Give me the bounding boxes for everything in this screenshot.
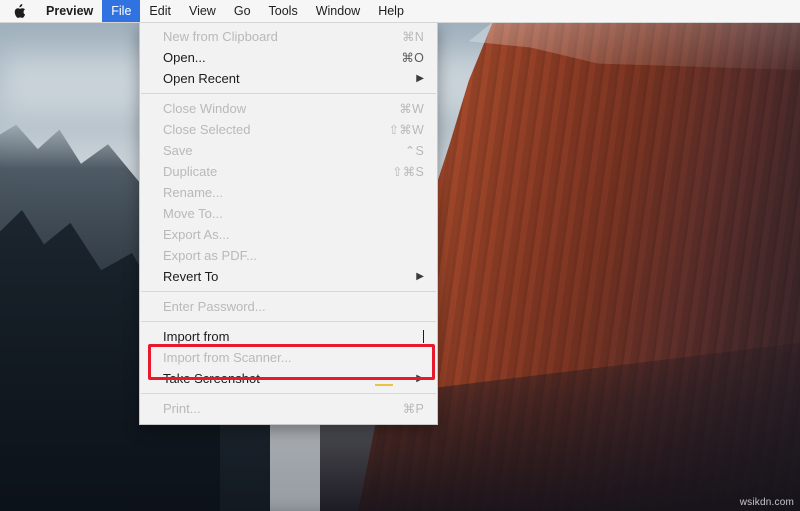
file-dropdown-menu: New from Clipboard ⌘N Open... ⌘O Open Re… bbox=[139, 22, 438, 425]
menu-row-shortcut: ⌘P bbox=[402, 402, 424, 416]
menu-item-go[interactable]: Go bbox=[225, 0, 260, 22]
menu-row-close-selected[interactable]: Close Selected ⇧⌘W bbox=[140, 119, 437, 140]
menu-item-help[interactable]: Help bbox=[369, 0, 413, 22]
menu-row-open-recent[interactable]: Open Recent ▶ bbox=[140, 68, 437, 89]
submenu-arrow-icon: ▶ bbox=[416, 373, 424, 384]
menu-row-export-as[interactable]: Export As... bbox=[140, 224, 437, 245]
menu-item-edit[interactable]: Edit bbox=[140, 0, 180, 22]
menu-row-label: Duplicate bbox=[163, 164, 218, 179]
menu-row-label: Enter Password... bbox=[163, 299, 266, 314]
menu-row-print[interactable]: Print... ⌘P bbox=[140, 398, 437, 419]
menu-row-shortcut: ⇧⌘S bbox=[392, 165, 424, 179]
menu-row-label: Close Window bbox=[163, 101, 247, 116]
menu-row-rename[interactable]: Rename... bbox=[140, 182, 437, 203]
menu-row-label: Take Screenshot bbox=[163, 371, 260, 386]
menu-row-shortcut: ⌘N bbox=[402, 30, 424, 44]
watermark: wsikdn.com bbox=[739, 497, 794, 508]
submenu-arrow-icon: ▶ bbox=[416, 73, 424, 84]
menu-row-open[interactable]: Open... ⌘O bbox=[140, 47, 437, 68]
menu-row-close-window[interactable]: Close Window ⌘W bbox=[140, 98, 437, 119]
menu-row-move-to[interactable]: Move To... bbox=[140, 203, 437, 224]
menu-row-shortcut: ⇧⌘W bbox=[388, 123, 424, 137]
screen: Preview File Edit View Go Tools Window H… bbox=[0, 0, 800, 511]
menu-row-shortcut: ⌃S bbox=[404, 144, 424, 158]
menu-row-import-from[interactable]: Import from bbox=[140, 326, 437, 347]
apple-logo-icon[interactable] bbox=[0, 0, 37, 22]
menu-row-label: Export as PDF... bbox=[163, 248, 257, 263]
menu-row-label: Import from Scanner... bbox=[163, 350, 292, 365]
menu-item-preview[interactable]: Preview bbox=[37, 0, 102, 22]
menu-row-label: New from Clipboard bbox=[163, 29, 278, 44]
menu-row-enter-password[interactable]: Enter Password... bbox=[140, 296, 437, 317]
menu-row-label: Import from bbox=[163, 329, 230, 344]
menu-separator bbox=[141, 291, 436, 292]
menu-item-file[interactable]: File bbox=[102, 0, 141, 22]
menu-row-take-screenshot[interactable]: Take Screenshot ▶ bbox=[140, 368, 437, 389]
menu-item-window[interactable]: Window bbox=[307, 0, 369, 22]
menu-row-new-from-clipboard[interactable]: New from Clipboard ⌘N bbox=[140, 26, 437, 47]
menu-row-label: Export As... bbox=[163, 227, 230, 242]
menu-row-export-as-pdf[interactable]: Export as PDF... bbox=[140, 245, 437, 266]
menu-row-save[interactable]: Save ⌃S bbox=[140, 140, 437, 161]
menu-row-label: Close Selected bbox=[163, 122, 251, 137]
menu-row-shortcut: ⌘W bbox=[399, 102, 424, 116]
menu-separator bbox=[141, 93, 436, 94]
menu-row-revert-to[interactable]: Revert To ▶ bbox=[140, 266, 437, 287]
menu-row-label: Open Recent bbox=[163, 71, 240, 86]
menu-row-shortcut: ⌘O bbox=[401, 51, 424, 65]
menu-row-label: Open... bbox=[163, 50, 206, 65]
submenu-arrow-icon: ▶ bbox=[416, 271, 424, 282]
menu-item-view[interactable]: View bbox=[180, 0, 225, 22]
menu-row-label: Rename... bbox=[163, 185, 223, 200]
menu-separator bbox=[141, 393, 436, 394]
menu-bar: Preview File Edit View Go Tools Window H… bbox=[0, 0, 800, 23]
menu-row-label: Move To... bbox=[163, 206, 223, 221]
yellow-highlight-mark bbox=[375, 384, 393, 386]
menu-row-label: Revert To bbox=[163, 269, 219, 284]
menu-row-duplicate[interactable]: Duplicate ⇧⌘S bbox=[140, 161, 437, 182]
menu-row-label: Save bbox=[163, 143, 193, 158]
menu-row-import-from-scanner[interactable]: Import from Scanner... bbox=[140, 347, 437, 368]
text-caret bbox=[423, 330, 424, 343]
menu-item-tools[interactable]: Tools bbox=[260, 0, 307, 22]
menu-row-label: Print... bbox=[163, 401, 201, 416]
menu-separator bbox=[141, 321, 436, 322]
